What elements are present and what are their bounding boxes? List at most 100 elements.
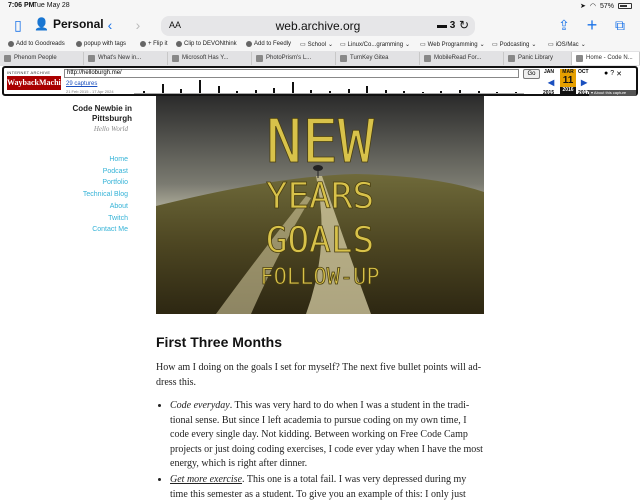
wayback-tools: ● ? ✕ xyxy=(604,70,636,78)
reload-icon[interactable]: ↻ xyxy=(459,18,469,32)
bookmark-icon xyxy=(8,41,14,47)
bookmark-item[interactable]: + Flip it xyxy=(140,41,168,47)
tab-phenom[interactable]: Phenom People xyxy=(0,52,84,65)
extensions-button[interactable]: ▬ 3 xyxy=(437,20,455,31)
tab-bar: Phenom People What's New in... Microsoft… xyxy=(0,51,640,66)
capture-bar[interactable] xyxy=(478,91,480,93)
new-tab-icon[interactable]: + xyxy=(584,16,600,34)
address-url: web.archive.org xyxy=(275,19,361,33)
capture-bar[interactable] xyxy=(348,89,350,93)
battery-percent: 57% xyxy=(599,2,614,10)
web-page: Code Newbie in Pittsburgh Hello World Ho… xyxy=(0,96,640,500)
capture-bar[interactable] xyxy=(162,84,164,93)
address-bar[interactable]: AA web.archive.org ▬ 3 ↻ xyxy=(161,16,475,36)
hero-line-2: YEARS xyxy=(266,176,374,217)
capture-bar[interactable] xyxy=(422,92,424,93)
wayback-sparkline[interactable] xyxy=(134,80,524,94)
wayback-captures-link[interactable]: 29 captures xyxy=(66,81,97,87)
capture-bar[interactable] xyxy=(459,90,461,93)
capture-bar[interactable] xyxy=(199,80,201,93)
tab-mobileread[interactable]: MobileRead For... xyxy=(420,52,504,65)
nav-twitch[interactable]: Twitch xyxy=(72,213,128,225)
folder-icon: ▭ xyxy=(492,42,498,48)
tab-overview-icon[interactable]: ⧉ xyxy=(612,17,628,33)
capture-bar[interactable] xyxy=(366,86,368,93)
chevron-down-icon: ⌄ xyxy=(580,42,586,48)
capture-bar[interactable] xyxy=(273,88,275,93)
favicon-icon xyxy=(576,55,583,62)
article-heading: First Three Months xyxy=(156,334,283,350)
close-icon[interactable]: ✕ xyxy=(616,70,622,78)
chevron-down-icon: ⌄ xyxy=(405,42,411,48)
nav-technical-blog[interactable]: Technical Blog xyxy=(72,189,128,201)
next-month[interactable]: OCT xyxy=(578,69,589,75)
list-item: Code everyday. This was very hard to do … xyxy=(170,399,486,472)
bookmark-item[interactable]: Clip to DEVONthink xyxy=(176,41,237,47)
capture-bar[interactable] xyxy=(385,90,387,93)
capture-bar[interactable] xyxy=(143,91,145,93)
folder-icon: ▭ xyxy=(300,42,306,48)
tab-microsoft[interactable]: Microsoft Has Y... xyxy=(168,52,252,65)
next-capture-arrow-icon[interactable]: ▶ xyxy=(581,78,587,87)
article-body: First Three Months How am I doing on the… xyxy=(156,334,486,503)
current-day: 11 xyxy=(560,75,576,87)
prev-month[interactable]: JAN xyxy=(544,69,554,75)
capture-bar[interactable] xyxy=(180,89,182,93)
extension-count: 3 xyxy=(449,20,456,31)
site-subtitle: Hello World xyxy=(93,125,128,133)
wayback-logo[interactable]: INTERNET ARCHIVE WaybackMachine xyxy=(7,70,69,92)
user-icon[interactable]: ● xyxy=(604,70,608,78)
forward-button[interactable]: › xyxy=(130,17,146,33)
chevron-down-icon: ⌄ xyxy=(479,42,485,48)
tab-photoprism[interactable]: PhotoPrism's L... xyxy=(252,52,336,65)
capture-bar[interactable] xyxy=(329,91,331,93)
hero-image: NEW YEARS GOALS FOLLOW-UP xyxy=(156,96,484,314)
wayback-go-button[interactable]: Go xyxy=(523,69,540,79)
bookmark-item[interactable]: Add to Goodreads xyxy=(8,41,65,47)
wayback-url-input[interactable]: http://helloburgh.me/ xyxy=(64,69,519,78)
folder-icon: ▭ xyxy=(340,42,346,48)
capture-bar[interactable] xyxy=(236,91,238,93)
prev-capture-arrow-icon[interactable]: ◀ xyxy=(548,78,554,87)
tab-gitea[interactable]: TurnKey Gitea xyxy=(336,52,420,65)
folder-icon: ▭ xyxy=(420,42,426,48)
nav-contact[interactable]: Contact Me xyxy=(72,224,128,236)
nav-podcast[interactable]: Podcast xyxy=(72,166,128,178)
bookmark-folder[interactable]: ▭ Web Programming ⌄ xyxy=(420,41,485,49)
hero-line-3: GOALS xyxy=(266,220,374,261)
capture-bar[interactable] xyxy=(440,91,442,93)
capture-bar[interactable] xyxy=(496,92,498,93)
bookmark-folder[interactable]: ▭ Podcasting ⌄ xyxy=(492,41,536,49)
favicon-icon xyxy=(172,55,179,62)
bookmark-folder[interactable]: ▭ School ⌄ xyxy=(300,41,333,49)
nav-home[interactable]: Home xyxy=(72,154,128,166)
nav-portfolio[interactable]: Portfolio xyxy=(72,177,128,189)
chevron-down-icon: ▾ xyxy=(591,90,594,95)
capture-bar[interactable] xyxy=(218,86,220,93)
list-item: Get more exercise. This one is a total f… xyxy=(170,473,486,502)
help-icon[interactable]: ? xyxy=(610,70,614,78)
tab-panic[interactable]: Panic Library xyxy=(504,52,572,65)
nav-about[interactable]: About xyxy=(72,201,128,213)
capture-bar[interactable] xyxy=(310,90,312,93)
bookmark-item[interactable]: popup with tags xyxy=(76,41,126,47)
tab-whats-new[interactable]: What's New in... xyxy=(84,52,168,65)
favicon-icon xyxy=(256,55,263,62)
bookmark-item[interactable]: Add to Feedly xyxy=(246,41,291,47)
site-title[interactable]: Code Newbie in Pittsburgh xyxy=(72,104,132,124)
capture-bar[interactable] xyxy=(292,82,294,93)
tab-group-profile[interactable]: 👤 Personal xyxy=(34,17,104,31)
sidebar-toggle-icon[interactable]: ▯ xyxy=(10,17,26,33)
back-button[interactable]: ‹ xyxy=(102,17,118,33)
bookmark-icon xyxy=(176,41,182,47)
bookmark-icon xyxy=(140,41,146,47)
extension-icon: ▬ xyxy=(437,20,447,31)
bookmark-folder[interactable]: ▭ iOS/Mac ⌄ xyxy=(548,41,586,49)
favicon-icon xyxy=(340,55,347,62)
share-icon[interactable]: ⇪ xyxy=(556,17,572,33)
capture-bar[interactable] xyxy=(255,90,257,93)
tab-home-code-newbie[interactable]: Home - Code N... xyxy=(572,52,640,65)
capture-bar[interactable] xyxy=(403,91,405,93)
bookmark-folder[interactable]: ▭ Linux/Co...gramming ⌄ xyxy=(340,41,411,49)
capture-bar[interactable] xyxy=(515,92,517,93)
